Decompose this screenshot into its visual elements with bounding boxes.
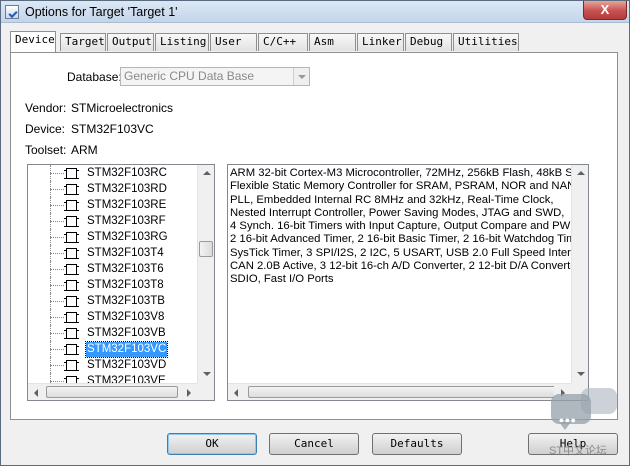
tree-item[interactable]: STM32F103T4 bbox=[28, 245, 198, 261]
chip-icon bbox=[64, 312, 79, 323]
toolset-value: ARM bbox=[71, 143, 98, 157]
app-icon bbox=[5, 5, 19, 19]
description-line: SysTick Timer, 3 SPI/I2S, 2 I2C, 5 USART… bbox=[230, 246, 586, 259]
description-line: Flexible Static Memory Controller for SR… bbox=[230, 180, 586, 193]
tree-item[interactable]: STM32F103RD bbox=[28, 181, 198, 197]
device-name: STM32F103T4 bbox=[87, 247, 164, 259]
vendor-label: Vendor: bbox=[25, 101, 67, 115]
window-title: Options for Target 'Target 1' bbox=[25, 5, 178, 19]
chip-icon bbox=[64, 248, 79, 259]
tab-utilities[interactable]: Utilities bbox=[453, 33, 519, 51]
scroll-down-icon[interactable] bbox=[198, 366, 214, 383]
device-name: STM32F103V8 bbox=[87, 311, 165, 323]
chip-icon bbox=[64, 328, 79, 339]
chip-icon bbox=[64, 280, 79, 291]
description-line: PLL, Embedded Internal RC 8MHz and 32kHz… bbox=[230, 193, 554, 206]
tree-item[interactable]: STM32F103RG bbox=[28, 229, 198, 245]
device-description[interactable]: ARM 32-bit Cortex-M3 Microcontroller, 72… bbox=[227, 164, 589, 401]
scroll-thumb[interactable] bbox=[199, 241, 213, 257]
tab-output[interactable]: Output bbox=[107, 33, 154, 51]
chip-icon bbox=[64, 184, 79, 195]
database-select[interactable]: Generic CPU Data Base bbox=[120, 67, 310, 86]
scroll-thumb[interactable] bbox=[248, 386, 564, 398]
device-name: STM32F103RC bbox=[87, 167, 167, 179]
device-name: STM32F103TB bbox=[87, 295, 165, 307]
tree-item[interactable]: STM32F103VD bbox=[28, 357, 198, 373]
cancel-button[interactable]: Cancel bbox=[269, 433, 359, 455]
description-vertical-scrollbar[interactable] bbox=[571, 165, 588, 383]
tab-debug[interactable]: Debug bbox=[405, 33, 452, 51]
device-name: STM32F103T8 bbox=[87, 279, 164, 291]
scroll-up-icon[interactable] bbox=[198, 165, 214, 182]
description-line: 2 16-bit Advanced Timer, 2 16-bit Basic … bbox=[230, 233, 586, 246]
scroll-thumb[interactable] bbox=[46, 386, 178, 398]
device-label: Device: bbox=[25, 122, 66, 136]
tree-item[interactable]: STM32F103RE bbox=[28, 197, 198, 213]
chip-icon bbox=[64, 232, 79, 243]
tab-listing[interactable]: Listing bbox=[155, 33, 209, 51]
watermark-text: ST中文论坛 bbox=[549, 445, 608, 457]
scroll-right-icon[interactable] bbox=[180, 384, 197, 400]
scroll-left-icon[interactable] bbox=[28, 384, 45, 400]
tree-item[interactable]: STM32F103T8 bbox=[28, 277, 198, 293]
defaults-button[interactable]: Defaults bbox=[372, 433, 462, 455]
database-value: Generic CPU Data Base bbox=[124, 69, 255, 83]
scroll-left-icon[interactable] bbox=[228, 384, 245, 400]
device-name: STM32F103RD bbox=[87, 183, 167, 195]
tree-item[interactable]: STM32F103V8 bbox=[28, 309, 198, 325]
device-name-selected: STM32F103VC bbox=[84, 341, 169, 358]
device-tree[interactable]: STM32F103RC STM32F103RD STM32F103RE STM3… bbox=[27, 164, 215, 401]
device-name: STM32F103VD bbox=[87, 359, 167, 371]
vendor-value: STMicroelectronics bbox=[71, 101, 174, 115]
database-label: Database: bbox=[67, 70, 122, 84]
device-name: STM32F103RG bbox=[87, 231, 168, 243]
toolset-label: Toolset: bbox=[25, 143, 67, 157]
description-line: Nested Interrupt Controller, Power Savin… bbox=[230, 206, 565, 219]
scroll-up-icon[interactable] bbox=[572, 165, 588, 182]
description-horizontal-scrollbar[interactable] bbox=[228, 383, 571, 400]
tab-target[interactable]: Target bbox=[60, 33, 106, 51]
description-line: ARM 32-bit Cortex-M3 Microcontroller, 72… bbox=[230, 167, 586, 179]
device-name: STM32F103T6 bbox=[87, 263, 164, 275]
chevron-down-icon[interactable] bbox=[293, 68, 309, 85]
description-line: 4 Synch. 16-bit Timers with Input Captur… bbox=[230, 220, 583, 233]
tree-item[interactable]: STM32F103RC bbox=[28, 165, 198, 181]
chip-icon bbox=[64, 344, 79, 355]
description-line: SDIO, Fast I/O Ports bbox=[230, 273, 334, 286]
chip-icon bbox=[64, 168, 79, 179]
watermark: ••• ST中文论坛 bbox=[549, 386, 621, 457]
close-button[interactable]: X bbox=[583, 1, 627, 20]
chip-icon bbox=[64, 200, 79, 211]
description-text: ARM 32-bit Cortex-M3 Microcontroller, 72… bbox=[230, 167, 586, 287]
tab-device[interactable]: Device bbox=[10, 31, 56, 52]
title-bar: Options for Target 'Target 1' bbox=[1, 1, 629, 23]
chip-icon bbox=[64, 296, 79, 307]
tree-item[interactable]: STM32F103TB bbox=[28, 293, 198, 309]
tab-asm[interactable]: Asm bbox=[309, 33, 356, 51]
tree-horizontal-scrollbar[interactable] bbox=[28, 383, 197, 400]
tree-item-selected[interactable]: STM32F103VC bbox=[28, 341, 198, 358]
tab-user[interactable]: User bbox=[210, 33, 257, 51]
tree-vertical-scrollbar[interactable] bbox=[197, 165, 214, 383]
scroll-down-icon[interactable] bbox=[572, 366, 588, 383]
device-name: STM32F103VB bbox=[87, 327, 166, 339]
ok-button[interactable]: OK bbox=[167, 433, 257, 455]
description-line: CAN 2.0B Active, 3 12-bit 16-ch A/D Conv… bbox=[230, 260, 583, 273]
device-name: STM32F103RE bbox=[87, 199, 167, 211]
scrollbar-corner bbox=[197, 383, 214, 400]
chip-icon bbox=[64, 360, 79, 371]
chat-bubble-icon: ••• bbox=[551, 394, 591, 430]
chip-icon bbox=[64, 216, 79, 227]
tab-linker[interactable]: Linker bbox=[357, 33, 404, 51]
chip-icon bbox=[64, 264, 79, 275]
tree-item[interactable]: STM32F103VB bbox=[28, 325, 198, 341]
tree-item[interactable]: STM32F103RF bbox=[28, 213, 198, 229]
device-name: STM32F103RF bbox=[87, 215, 166, 227]
tree-item[interactable]: STM32F103T6 bbox=[28, 261, 198, 277]
device-value: STM32F103VC bbox=[71, 122, 154, 136]
tab-c-cpp[interactable]: C/C++ bbox=[258, 33, 308, 51]
